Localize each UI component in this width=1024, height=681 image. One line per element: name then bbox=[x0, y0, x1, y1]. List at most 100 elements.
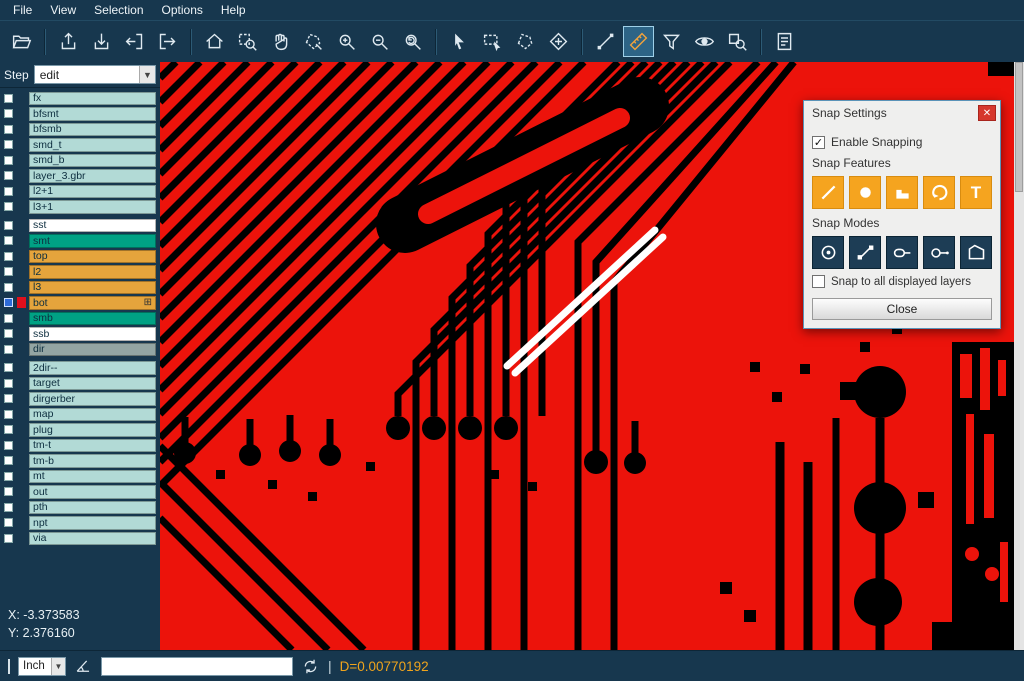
open-folder-icon[interactable] bbox=[6, 26, 37, 57]
layer-name-bar[interactable]: l3+1 bbox=[29, 200, 156, 214]
zoom-previous-icon[interactable] bbox=[397, 26, 428, 57]
home-view-icon[interactable] bbox=[199, 26, 230, 57]
snap-slot-button[interactable] bbox=[886, 236, 918, 269]
layer-name-bar[interactable]: pth bbox=[29, 501, 156, 515]
layer-name-bar[interactable]: l2 bbox=[29, 265, 156, 279]
layer-checkbox[interactable] bbox=[4, 156, 13, 165]
layer-checkbox[interactable] bbox=[4, 394, 13, 403]
layer-row-sst[interactable]: sst bbox=[0, 218, 160, 233]
layer-checkbox[interactable] bbox=[4, 125, 13, 134]
all-layers-checkbox[interactable] bbox=[812, 275, 825, 288]
zoom-out-icon[interactable] bbox=[364, 26, 395, 57]
layer-row-dirgerber[interactable]: dirgerber bbox=[0, 392, 160, 407]
snap-line-button[interactable] bbox=[812, 176, 844, 209]
snap-text-button[interactable]: T bbox=[960, 176, 992, 209]
layer-name-bar[interactable]: mt bbox=[29, 470, 156, 484]
close-button[interactable]: Close bbox=[812, 298, 992, 320]
layer-name-bar[interactable]: l3 bbox=[29, 281, 156, 295]
layer-row-top[interactable]: top bbox=[0, 249, 160, 264]
layer-name-bar[interactable]: ssb bbox=[29, 327, 156, 341]
layer-name-bar[interactable]: smd_b bbox=[29, 154, 156, 168]
layer-checkbox[interactable] bbox=[4, 109, 13, 118]
draw-line-icon[interactable] bbox=[590, 26, 621, 57]
snap-slot-center-button[interactable] bbox=[923, 236, 955, 269]
layer-name-bar[interactable]: smb bbox=[29, 312, 156, 326]
layer-checkbox[interactable] bbox=[4, 94, 13, 103]
layer-row-bfsmb[interactable]: bfsmb bbox=[0, 122, 160, 137]
layer-name-bar[interactable]: sst bbox=[29, 219, 156, 233]
select-diamond-icon[interactable] bbox=[543, 26, 574, 57]
layer-row-l3[interactable]: l3 bbox=[0, 280, 160, 295]
layer-row-npt[interactable]: npt bbox=[0, 516, 160, 531]
scrollbar-thumb[interactable] bbox=[1015, 62, 1023, 192]
layer-name-bar[interactable]: fx bbox=[29, 92, 156, 106]
layer-row-layer_3.gbr[interactable]: layer_3.gbr bbox=[0, 169, 160, 184]
snap-dialog-titlebar[interactable]: Snap Settings ✕ bbox=[804, 101, 1000, 125]
layer-checkbox[interactable] bbox=[4, 472, 13, 481]
layer-row-bot[interactable]: bot⊞ bbox=[0, 296, 160, 311]
select-cursor-icon[interactable] bbox=[444, 26, 475, 57]
layer-name-bar[interactable]: npt bbox=[29, 516, 156, 530]
layer-row-smd_t[interactable]: smd_t bbox=[0, 138, 160, 153]
layer-row-tm-b[interactable]: tm-b bbox=[0, 454, 160, 469]
layer-row-l2[interactable]: l2 bbox=[0, 265, 160, 280]
snap-endpoint-button[interactable] bbox=[849, 236, 881, 269]
search-objects-icon[interactable] bbox=[722, 26, 753, 57]
layer-name-bar[interactable]: target bbox=[29, 377, 156, 391]
layer-checkbox[interactable] bbox=[4, 379, 13, 388]
layer-name-bar[interactable]: smd_t bbox=[29, 138, 156, 152]
layer-checkbox[interactable] bbox=[4, 363, 13, 372]
layer-row-tm-t[interactable]: tm-t bbox=[0, 438, 160, 453]
vertical-scrollbar[interactable] bbox=[1014, 62, 1024, 650]
layer-name-bar[interactable]: via bbox=[29, 532, 156, 546]
layer-name-bar[interactable]: top bbox=[29, 250, 156, 264]
layer-name-bar[interactable]: plug bbox=[29, 423, 156, 437]
layer-name-bar[interactable]: bot⊞ bbox=[29, 296, 156, 310]
menu-options[interactable]: Options bbox=[153, 3, 212, 17]
angle-measure-icon[interactable] bbox=[74, 657, 93, 676]
layer-checkbox[interactable] bbox=[4, 298, 13, 307]
layer-name-bar[interactable]: dir bbox=[29, 343, 156, 357]
layer-name-bar[interactable]: tm-t bbox=[29, 439, 156, 453]
enable-snapping-checkbox[interactable] bbox=[812, 136, 825, 149]
layer-grid-icon[interactable]: ⊞ bbox=[144, 298, 152, 308]
snap-corner-button[interactable] bbox=[886, 176, 918, 209]
report-list-icon[interactable] bbox=[769, 26, 800, 57]
layer-row-ssb[interactable]: ssb bbox=[0, 327, 160, 342]
layer-row-dir[interactable]: dir bbox=[0, 342, 160, 357]
layer-row-plug[interactable]: plug bbox=[0, 423, 160, 438]
layer-row-2dir--[interactable]: 2dir-- bbox=[0, 361, 160, 376]
layer-checkbox[interactable] bbox=[4, 236, 13, 245]
layer-name-bar[interactable]: bfsmb bbox=[29, 123, 156, 137]
layer-row-target[interactable]: target bbox=[0, 376, 160, 391]
layer-checkbox[interactable] bbox=[4, 171, 13, 180]
layer-name-bar[interactable]: dirgerber bbox=[29, 392, 156, 406]
menu-file[interactable]: File bbox=[4, 3, 41, 17]
layer-row-fx[interactable]: fx bbox=[0, 91, 160, 106]
layer-checkbox[interactable] bbox=[4, 140, 13, 149]
layer-checkbox[interactable] bbox=[4, 518, 13, 527]
select-polygon-icon[interactable] bbox=[510, 26, 541, 57]
layer-checkbox[interactable] bbox=[4, 221, 13, 230]
layer-name-bar[interactable]: bfsmt bbox=[29, 107, 156, 121]
layer-row-l2+1[interactable]: l2+1 bbox=[0, 184, 160, 199]
layer-checkbox[interactable] bbox=[4, 487, 13, 496]
pan-hand-icon[interactable] bbox=[265, 26, 296, 57]
layer-checkbox[interactable] bbox=[4, 329, 13, 338]
pcb-canvas[interactable]: Snap Settings ✕ Enable Snapping Snap Fea… bbox=[160, 62, 1014, 650]
layer-checkbox[interactable] bbox=[4, 456, 13, 465]
layer-checkbox[interactable] bbox=[4, 314, 13, 323]
measure-input[interactable] bbox=[101, 657, 293, 676]
menu-help[interactable]: Help bbox=[212, 3, 255, 17]
zoom-window-icon[interactable] bbox=[232, 26, 263, 57]
menu-view[interactable]: View bbox=[41, 3, 85, 17]
layer-checkbox[interactable] bbox=[4, 425, 13, 434]
layer-checkbox[interactable] bbox=[4, 283, 13, 292]
layer-row-smt[interactable]: smt bbox=[0, 234, 160, 249]
layer-row-smb[interactable]: smb bbox=[0, 311, 160, 326]
layer-checkbox[interactable] bbox=[4, 441, 13, 450]
layer-checkbox[interactable] bbox=[4, 345, 13, 354]
zoom-in-icon[interactable] bbox=[331, 26, 362, 57]
unit-select[interactable]: Inch ▼ bbox=[18, 657, 66, 676]
layer-row-via[interactable]: via bbox=[0, 531, 160, 546]
